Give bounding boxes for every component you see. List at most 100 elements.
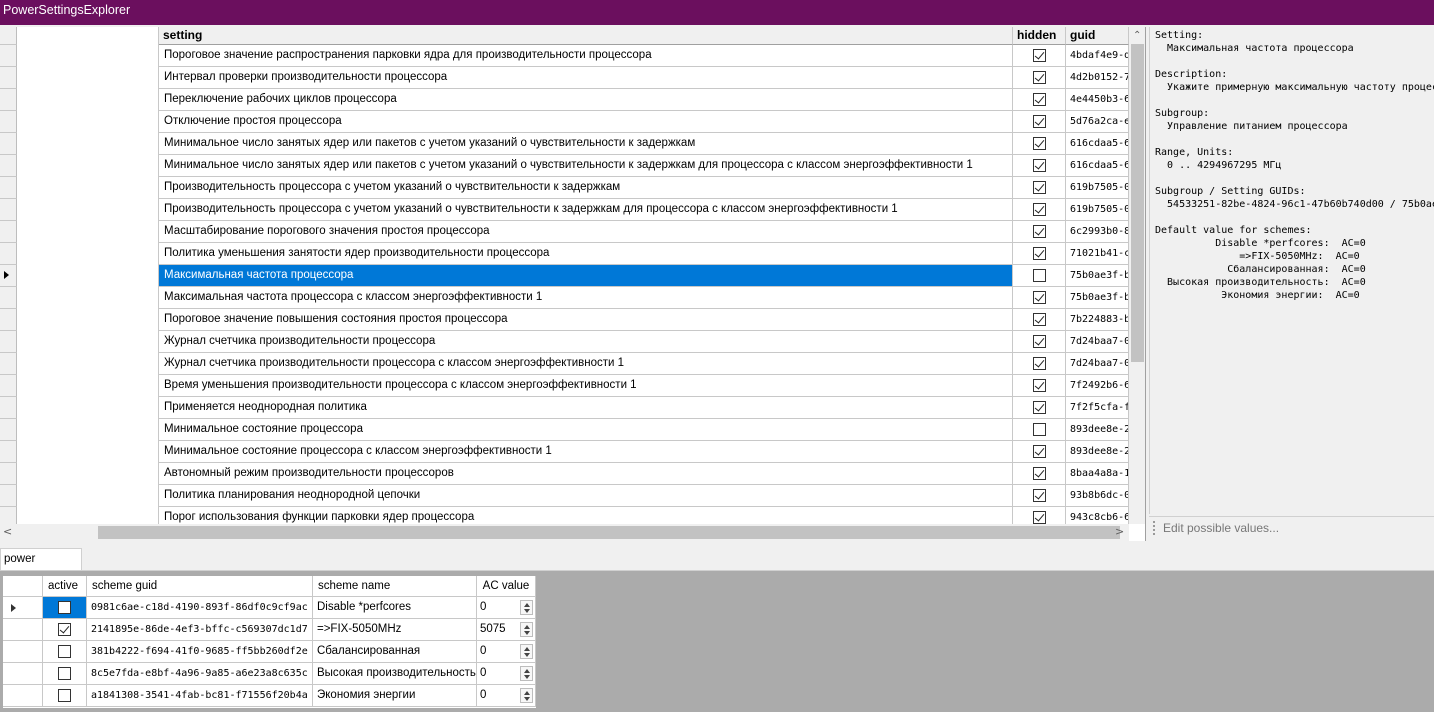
row-header[interactable] (0, 177, 17, 199)
table-row[interactable]: Автономный режим производительности проц… (159, 463, 1129, 485)
hidden-cell[interactable] (1013, 287, 1066, 309)
hidden-cell[interactable] (1013, 111, 1066, 133)
row-header[interactable] (3, 685, 43, 707)
ac-value-cell[interactable]: 0 (477, 641, 536, 663)
active-cell[interactable] (43, 663, 87, 685)
hidden-cell[interactable] (1013, 441, 1066, 463)
column-header-hidden[interactable]: hidden (1013, 27, 1066, 45)
guid-cell[interactable]: 7b224883-b (1066, 309, 1129, 331)
hidden-cell[interactable] (1013, 133, 1066, 155)
hidden-cell[interactable] (1013, 155, 1066, 177)
spinner-arrows-icon[interactable] (520, 666, 533, 681)
table-row[interactable]: Производительность процессора с учетом у… (159, 199, 1129, 221)
guid-cell[interactable]: 8baa4a8a-1 (1066, 463, 1129, 485)
hidden-checkbox[interactable] (1033, 467, 1046, 480)
scheme-guid-cell[interactable]: 0981c6ae-c18d-4190-893f-86df0c9cf9ac (87, 597, 313, 619)
table-row[interactable]: Журнал счетчика производительности проце… (159, 331, 1129, 353)
hidden-checkbox[interactable] (1033, 225, 1046, 238)
spinner-arrows-icon[interactable] (520, 688, 533, 703)
row-header[interactable] (0, 89, 17, 111)
hidden-checkbox[interactable] (1033, 203, 1046, 216)
vertical-scrollbar[interactable]: ⌃ (1129, 27, 1145, 524)
hidden-checkbox[interactable] (1033, 423, 1046, 436)
setting-name-cell[interactable]: Производительность процессора с учетом у… (159, 177, 1013, 199)
hidden-cell[interactable] (1013, 177, 1066, 199)
table-row[interactable]: Масштабирование порогового значения прос… (159, 221, 1129, 243)
row-header[interactable] (0, 353, 17, 375)
setting-name-cell[interactable]: Максимальная частота процессора с классо… (159, 287, 1013, 309)
scroll-up-icon[interactable]: ⌃ (1133, 30, 1141, 41)
scheme-row[interactable]: 2141895e-86de-4ef3-bffc-c569307dc1d7 =>FI… (3, 619, 536, 641)
guid-cell[interactable]: 4d2b0152-7 (1066, 67, 1129, 89)
hidden-cell[interactable] (1013, 67, 1066, 89)
row-header[interactable] (0, 441, 17, 463)
row-header[interactable] (0, 243, 17, 265)
table-row[interactable]: Минимальное состояние процессора с класс… (159, 441, 1129, 463)
hidden-cell[interactable] (1013, 397, 1066, 419)
table-row[interactable]: Минимальное состояние процессора 893dee8e… (159, 419, 1129, 441)
hidden-checkbox[interactable] (1033, 49, 1046, 62)
hidden-checkbox[interactable] (1033, 357, 1046, 370)
hidden-checkbox[interactable] (1033, 511, 1046, 524)
setting-name-cell[interactable]: Масштабирование порогового значения прос… (159, 221, 1013, 243)
row-header-column[interactable] (0, 27, 17, 529)
scheme-name-cell[interactable]: Disable *perfcores (313, 597, 477, 619)
hidden-cell[interactable] (1013, 375, 1066, 397)
column-header-scheme-guid[interactable]: scheme guid (87, 576, 313, 597)
active-cell[interactable] (43, 619, 87, 641)
setting-name-cell[interactable]: Максимальная частота процессора (159, 265, 1013, 287)
row-header[interactable] (0, 45, 17, 67)
setting-name-cell[interactable]: Минимальное состояние процессора с класс… (159, 441, 1013, 463)
table-row[interactable]: Производительность процессора с учетом у… (159, 177, 1129, 199)
active-cell[interactable] (43, 641, 87, 663)
guid-cell[interactable]: 943c8cb6-6 (1066, 507, 1129, 524)
hidden-checkbox[interactable] (1033, 159, 1046, 172)
schemes-grid[interactable]: active scheme guid scheme name AC value … (3, 576, 536, 708)
row-header[interactable] (3, 619, 43, 641)
ac-value-input[interactable]: 0 (480, 645, 486, 657)
row-header[interactable] (0, 67, 17, 89)
ac-value-input[interactable]: 0 (480, 667, 486, 679)
table-row[interactable]: Журнал счетчика производительности проце… (159, 353, 1129, 375)
table-row[interactable]: Минимальное число занятых ядер или пакет… (159, 133, 1129, 155)
guid-cell[interactable]: 7f2492b6-6 (1066, 375, 1129, 397)
setting-name-cell[interactable]: Порог использования функции парковки яде… (159, 507, 1013, 524)
guid-cell[interactable]: 619b7505-0 (1066, 177, 1129, 199)
row-header[interactable] (3, 597, 43, 619)
table-row[interactable]: Политика уменьшения занятости ядер произ… (159, 243, 1129, 265)
row-header[interactable] (3, 641, 43, 663)
row-header[interactable] (0, 199, 17, 221)
hidden-checkbox[interactable] (1033, 71, 1046, 84)
ac-value-input[interactable]: 0 (480, 601, 486, 613)
ac-value-cell[interactable]: 5075 (477, 619, 536, 641)
setting-name-cell[interactable]: Журнал счетчика производительности проце… (159, 331, 1013, 353)
setting-name-cell[interactable]: Пороговое значение повышения состояния п… (159, 309, 1013, 331)
scheme-guid-cell[interactable]: 8c5e7fda-e8bf-4a96-9a85-a6e23a8c635c (87, 663, 313, 685)
settings-grid[interactable]: setting hidden guid Пороговое значение р… (0, 27, 1146, 541)
active-cell[interactable] (43, 685, 87, 707)
hidden-cell[interactable] (1013, 309, 1066, 331)
active-checkbox[interactable] (58, 689, 71, 702)
column-header-guid[interactable]: guid (1066, 27, 1129, 45)
guid-cell[interactable]: 75b0ae3f-b (1066, 287, 1129, 309)
active-checkbox[interactable] (58, 623, 71, 636)
guid-cell[interactable]: 6c2993b0-8 (1066, 221, 1129, 243)
hidden-cell[interactable] (1013, 199, 1066, 221)
hidden-checkbox[interactable] (1033, 137, 1046, 150)
hidden-checkbox[interactable] (1033, 379, 1046, 392)
row-header[interactable] (0, 265, 17, 287)
row-header[interactable] (0, 133, 17, 155)
active-checkbox[interactable] (58, 601, 71, 614)
guid-cell[interactable]: 893dee8e-2 (1066, 441, 1129, 463)
hidden-checkbox[interactable] (1033, 181, 1046, 194)
guid-cell[interactable]: 4e4450b3-6 (1066, 89, 1129, 111)
guid-cell[interactable]: 893dee8e-2 (1066, 419, 1129, 441)
setting-name-cell[interactable]: Производительность процессора с учетом у… (159, 199, 1013, 221)
ac-value-cell[interactable]: 0 (477, 685, 536, 707)
table-row[interactable]: Отключение простоя процессора 5d76a2ca-e (159, 111, 1129, 133)
horizontal-scrollbar[interactable]: < > (0, 524, 1129, 541)
guid-cell[interactable]: 7d24baa7-0 (1066, 331, 1129, 353)
scheme-row[interactable]: 381b4222-f694-41f0-9685-ff5bb260df2e Сбал… (3, 641, 536, 663)
scheme-name-cell[interactable]: Высокая производительность (313, 663, 477, 685)
scheme-name-cell[interactable]: =>FIX-5050MHz (313, 619, 477, 641)
